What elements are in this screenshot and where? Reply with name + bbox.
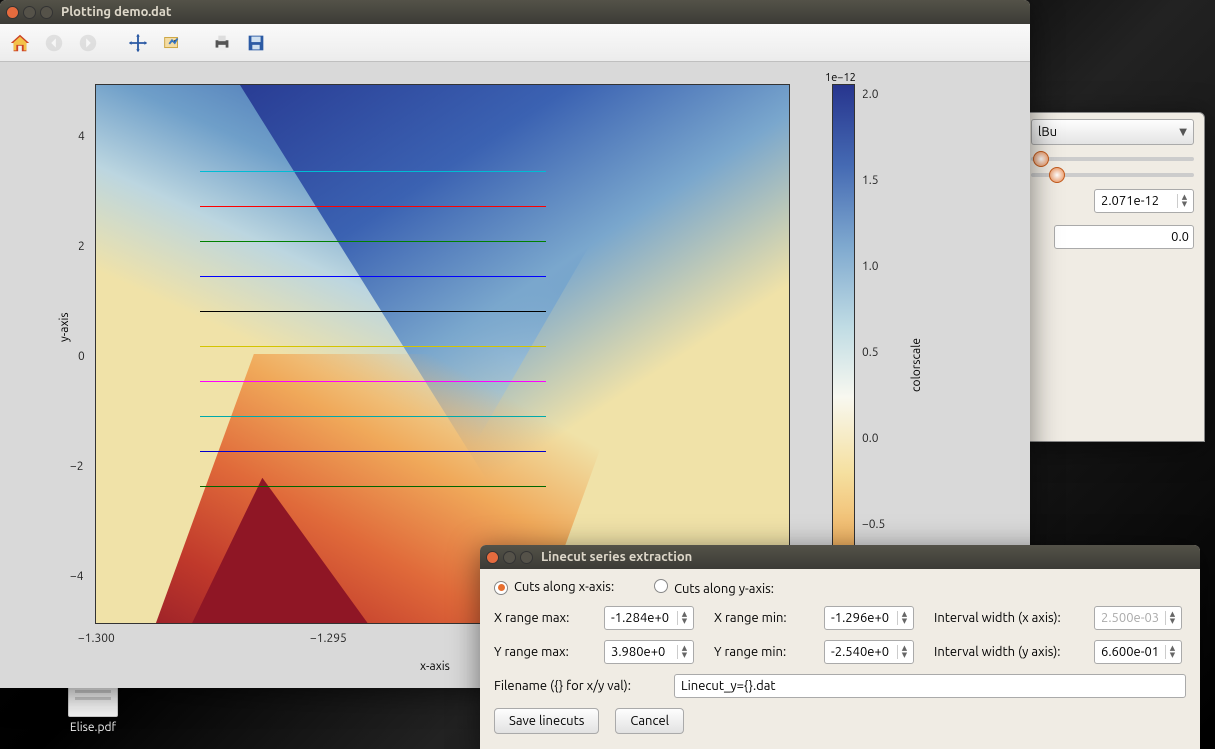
linecut-dialog: Linecut series extraction Cuts along x-a… bbox=[480, 545, 1200, 749]
settings-panel: lBu ▼ 2.071e-12 ▲▼ 0.0 bbox=[1020, 112, 1205, 442]
radio-cuts-x[interactable]: Cuts along x-axis: bbox=[494, 580, 614, 595]
radio-cuts-y[interactable]: Cuts along y-axis: bbox=[654, 579, 774, 596]
chevron-down-icon: ▼ bbox=[1179, 126, 1187, 138]
dialog-title: Linecut series extraction bbox=[541, 550, 1194, 564]
save-linecuts-button[interactable]: Save linecuts bbox=[494, 708, 599, 734]
close-icon[interactable] bbox=[486, 551, 499, 564]
x-range-max-label: X range max: bbox=[494, 611, 594, 625]
spinner-icon[interactable]: ▲▼ bbox=[677, 645, 689, 659]
interval-y-input[interactable]: 6.600e-01▲▼ bbox=[1094, 640, 1182, 664]
minimize-icon[interactable] bbox=[23, 6, 36, 19]
linecut-line bbox=[200, 451, 547, 452]
cbar-tick: 1.0 bbox=[862, 260, 879, 273]
y-range-min-input[interactable]: -2.540e+0▲▼ bbox=[824, 640, 914, 664]
linecut-line bbox=[200, 276, 547, 277]
value2-input[interactable]: 0.0 bbox=[1054, 225, 1194, 249]
heatmap-axes[interactable] bbox=[95, 84, 790, 624]
linecut-line bbox=[200, 311, 547, 312]
colormap-combo[interactable]: lBu ▼ bbox=[1031, 119, 1194, 145]
interval-x-label: Interval width (x axis): bbox=[934, 611, 1084, 625]
dialog-titlebar[interactable]: Linecut series extraction bbox=[480, 545, 1200, 569]
x-range-max-input[interactable]: -1.284e+0▲▼ bbox=[604, 606, 694, 630]
value1-input[interactable]: 2.071e-12 ▲▼ bbox=[1094, 189, 1194, 213]
y-tick: 0 bbox=[78, 350, 85, 363]
linecut-line bbox=[200, 416, 547, 417]
spinner-icon[interactable]: ▲▼ bbox=[897, 645, 909, 659]
slider-2[interactable] bbox=[1031, 173, 1194, 177]
y-tick: −4 bbox=[70, 570, 84, 583]
colormap-value: lBu bbox=[1038, 125, 1057, 139]
spinner-icon[interactable]: ▲▼ bbox=[897, 611, 909, 625]
linecut-line bbox=[200, 206, 547, 207]
x-range-min-input[interactable]: -1.296e+0▲▼ bbox=[824, 606, 914, 630]
y-range-max-label: Y range max: bbox=[494, 645, 594, 659]
interval-x-input: 2.500e-03▲▼ bbox=[1094, 606, 1182, 630]
y-tick: 4 bbox=[78, 130, 85, 143]
print-icon[interactable] bbox=[208, 29, 236, 57]
spinner-icon: ▲▼ bbox=[1165, 611, 1177, 625]
file-label: Elise.pdf bbox=[58, 721, 128, 734]
forward-icon bbox=[74, 29, 102, 57]
slider-1[interactable] bbox=[1031, 157, 1194, 161]
radio-icon bbox=[494, 581, 508, 595]
filename-input[interactable]: Linecut_y={}.dat bbox=[674, 674, 1186, 698]
window-title: Plotting demo.dat bbox=[61, 5, 1024, 19]
filename-label: Filename ({} for x/y val): bbox=[494, 679, 664, 693]
cbar-tick: 0.5 bbox=[862, 346, 879, 359]
y-tick: −2 bbox=[70, 460, 84, 473]
colorbar-exponent: 1e−12 bbox=[825, 72, 856, 84]
linecut-line bbox=[200, 241, 547, 242]
linecut-line bbox=[200, 381, 547, 382]
heatmap bbox=[96, 85, 789, 623]
home-icon[interactable] bbox=[6, 29, 34, 57]
plot-toolbar bbox=[0, 24, 1030, 62]
cbar-tick: 1.5 bbox=[862, 174, 879, 187]
spinner-icon[interactable]: ▲▼ bbox=[677, 611, 689, 625]
close-icon[interactable] bbox=[6, 6, 19, 19]
x-axis-label: x-axis bbox=[420, 660, 450, 673]
linecut-line bbox=[200, 346, 547, 347]
back-icon bbox=[40, 29, 68, 57]
y-range-max-input[interactable]: 3.980e+0▲▼ bbox=[604, 640, 694, 664]
cbar-tick: −0.5 bbox=[862, 518, 885, 531]
desktop: Elise.pdf lBu ▼ 2.071e-12 ▲▼ 0.0 bbox=[0, 0, 1215, 749]
minimize-icon[interactable] bbox=[503, 551, 516, 564]
y-axis-label: y-axis bbox=[58, 312, 71, 342]
spinner-icon[interactable]: ▲▼ bbox=[1177, 194, 1189, 208]
cbar-tick: 2.0 bbox=[862, 88, 879, 101]
spinner-icon[interactable]: ▲▼ bbox=[1165, 645, 1177, 659]
interval-y-label: Interval width (y axis): bbox=[934, 645, 1084, 659]
save-icon[interactable] bbox=[242, 29, 270, 57]
x-range-min-label: X range min: bbox=[714, 611, 814, 625]
pan-icon[interactable] bbox=[124, 29, 152, 57]
cbar-tick: 0.0 bbox=[862, 432, 879, 445]
maximize-icon[interactable] bbox=[40, 6, 53, 19]
cancel-button[interactable]: Cancel bbox=[615, 708, 684, 734]
slider-thumb[interactable] bbox=[1049, 167, 1065, 183]
radio-icon bbox=[654, 579, 668, 593]
colorbar bbox=[832, 84, 855, 624]
x-tick: −1.300 bbox=[78, 632, 115, 645]
y-range-min-label: Y range min: bbox=[714, 645, 814, 659]
maximize-icon[interactable] bbox=[520, 551, 533, 564]
colorbar-label: colorscale bbox=[910, 338, 923, 392]
y-tick: 2 bbox=[78, 240, 85, 253]
titlebar[interactable]: Plotting demo.dat bbox=[0, 0, 1030, 24]
linecut-line bbox=[200, 486, 547, 487]
linecut-line bbox=[200, 171, 547, 172]
zoom-icon[interactable] bbox=[158, 29, 186, 57]
x-tick: −1.295 bbox=[310, 632, 347, 645]
slider-thumb[interactable] bbox=[1033, 151, 1049, 167]
